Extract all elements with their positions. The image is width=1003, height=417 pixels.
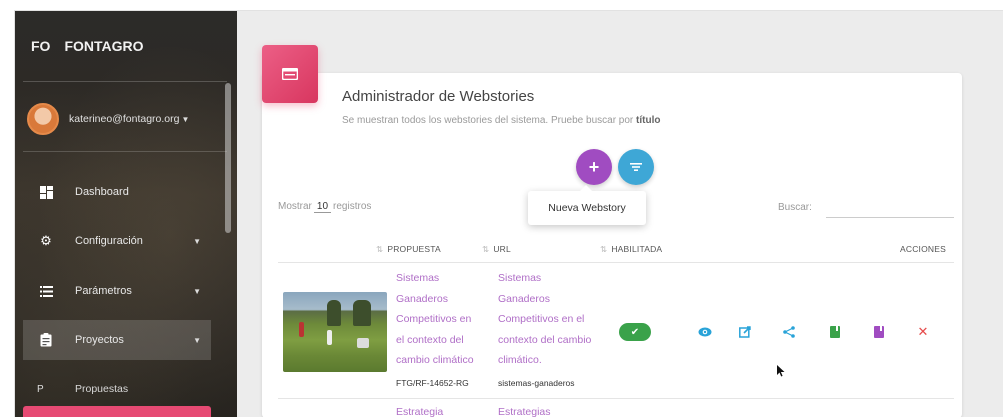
sidebar-item-configuracion[interactable]: ⚙ Configuración ▼	[23, 221, 211, 261]
caret-down-icon: ▼	[193, 286, 201, 296]
sidebar-item-highlighted[interactable]	[23, 406, 211, 417]
sidebar-item-label: Propuestas	[75, 383, 129, 395]
caret-down-icon: ▼	[193, 335, 201, 345]
avatar	[27, 103, 59, 135]
column-header-label: URL	[493, 244, 511, 254]
thumbnail-person	[299, 322, 304, 337]
page-size-select[interactable]: 10	[313, 201, 332, 213]
show-label: Mostrar	[278, 201, 312, 212]
purple-book-icon[interactable]	[870, 323, 888, 341]
tooltip: Nueva Webstory	[528, 185, 646, 225]
url-link[interactable]: Sistemas Ganaderos Competitivos en el co…	[498, 268, 591, 371]
brand[interactable]: FO FONTAGRO	[15, 11, 237, 81]
share-icon[interactable]	[780, 323, 798, 341]
card-header-icon	[262, 45, 318, 103]
divider	[23, 151, 227, 152]
scrollbar-thumb[interactable]	[225, 83, 231, 233]
thumbnail-person	[357, 338, 369, 348]
column-header-habilitada[interactable]: ⇅ HABILITADA	[600, 244, 662, 255]
sort-icon: ⇅	[376, 244, 384, 254]
filter-button[interactable]	[618, 149, 654, 185]
search-input[interactable]	[826, 198, 954, 218]
divider	[23, 81, 227, 82]
sidebar-item-letter: P	[37, 383, 44, 395]
add-webstory-button[interactable]: +	[576, 149, 612, 185]
subtitle-text: Se muestran todos los webstories del sis…	[342, 115, 634, 126]
url-slug: sistemas-ganaderos	[498, 378, 575, 388]
propuesta-code: FTG/RF-14652-RG	[396, 378, 469, 388]
url-link[interactable]: Estrategias	[498, 402, 551, 417]
enabled-badge[interactable]: ✔	[619, 323, 651, 341]
view-icon[interactable]	[696, 323, 714, 341]
user-email: katerineo@fontagro.org	[69, 113, 180, 125]
sidebar-item-label: Parámetros	[75, 285, 132, 297]
sidebar-item-label: Proyectos	[75, 334, 124, 346]
thumbnail-tree	[353, 300, 371, 326]
column-header-label: ACCIONES	[900, 244, 946, 254]
web-window-icon	[282, 68, 298, 80]
brand-short: FO	[31, 38, 51, 54]
column-header-url[interactable]: ⇅ URL	[482, 244, 511, 255]
thumbnail-person	[327, 330, 332, 345]
page-title: Administrador de Webstories	[342, 88, 535, 105]
caret-down-icon: ▼	[193, 236, 201, 246]
sidebar-scrollbar[interactable]	[225, 83, 231, 413]
sidebar-item-label: Dashboard	[75, 186, 129, 198]
list-icon	[37, 282, 55, 300]
delete-icon[interactable]: ✕	[914, 323, 932, 341]
sidebar-item-parametros[interactable]: Parámetros ▼	[23, 271, 211, 311]
green-book-icon[interactable]	[826, 323, 844, 341]
records-label: registros	[333, 201, 372, 212]
brand-name: FONTAGRO	[64, 38, 144, 54]
column-header-acciones: ACCIONES	[900, 244, 946, 254]
sort-icon: ⇅	[482, 244, 490, 254]
table-header-divider	[278, 262, 954, 263]
sidebar: FO FONTAGRO katerineo@fontagro.org ▼ Das…	[15, 11, 237, 417]
caret-down-icon: ▼	[181, 114, 190, 124]
webstory-thumbnail	[283, 292, 387, 372]
gear-icon: ⚙	[40, 233, 52, 248]
clipboard-icon	[37, 331, 55, 349]
edit-icon[interactable]	[736, 323, 754, 341]
mouse-cursor-icon	[777, 365, 785, 377]
subtitle-bold: título	[636, 115, 661, 126]
page-subtitle: Se muestran todos los webstories del sis…	[342, 115, 660, 126]
sidebar-item-propuestas[interactable]: P Propuestas	[23, 369, 211, 409]
sidebar-item-proyectos[interactable]: Proyectos ▼	[23, 320, 211, 360]
column-header-label: PROPUESTA	[387, 244, 441, 254]
show-entries-control: Mostrar 10 registros	[278, 201, 372, 213]
sort-icon: ⇅	[600, 244, 608, 254]
column-header-propuesta[interactable]: ⇅ PROPUESTA	[376, 244, 441, 255]
user-menu[interactable]: katerineo@fontagro.org ▼	[27, 103, 189, 135]
sidebar-item-dashboard[interactable]: Dashboard	[23, 172, 211, 212]
dashboard-icon	[37, 183, 55, 201]
propuesta-link[interactable]: Estrategia	[396, 402, 443, 417]
column-header-label: HABILITADA	[611, 244, 663, 254]
row-divider	[278, 398, 954, 399]
search-label: Buscar:	[778, 202, 812, 213]
sidebar-item-label: Configuración	[75, 235, 143, 247]
thumbnail-tree	[327, 300, 341, 326]
propuesta-link[interactable]: Sistemas Ganaderos Competitivos en el co…	[396, 268, 474, 371]
filter-lines-icon	[630, 163, 642, 171]
